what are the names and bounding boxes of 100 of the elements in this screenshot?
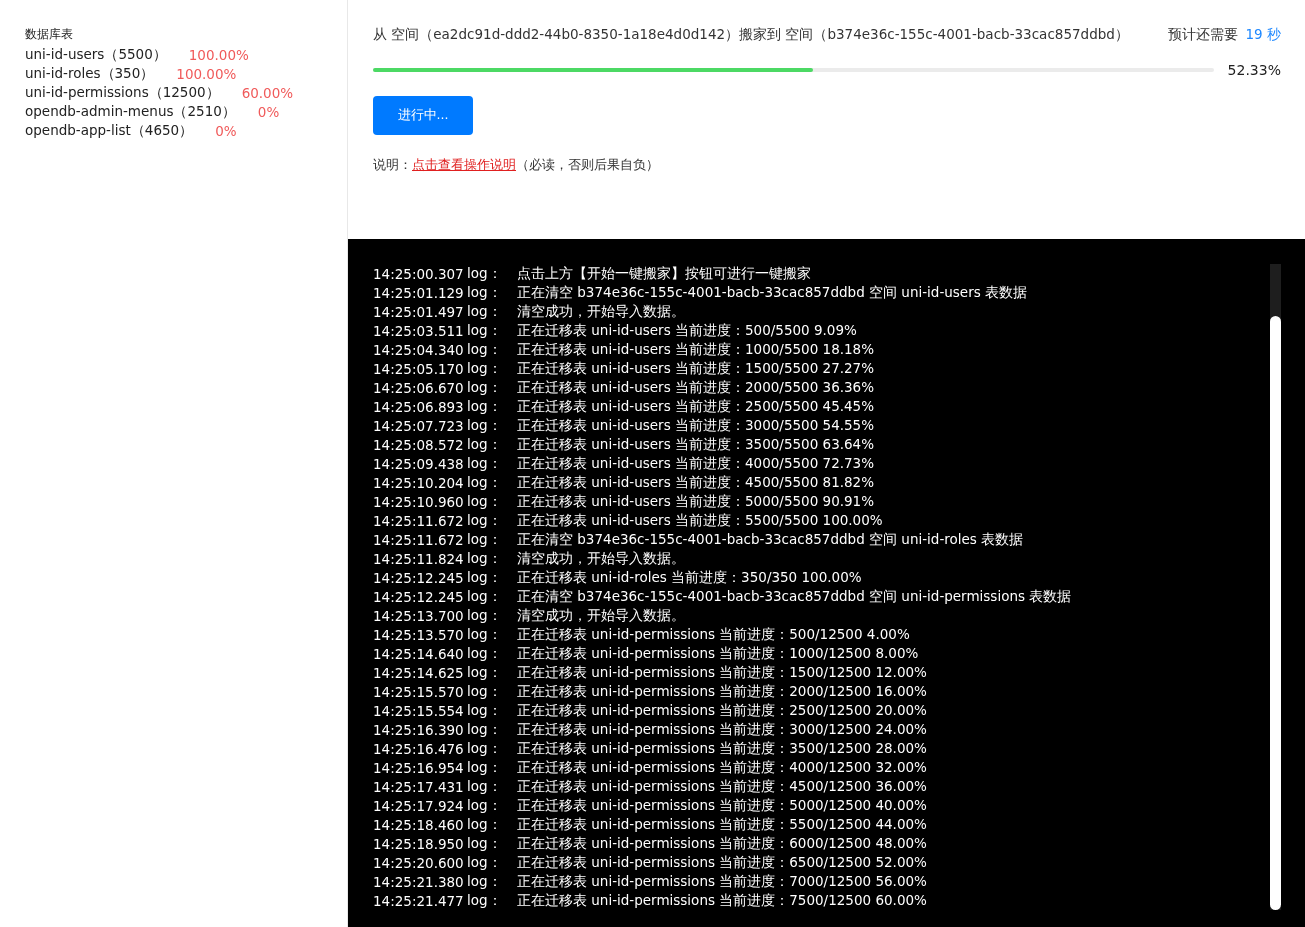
table-name: uni-id-roles（350）: [25, 64, 155, 83]
log-message: 正在迁移表 uni-id-users 当前进度：4500/5500 81.82%: [517, 473, 874, 492]
log-time: 14:25:12.245: [373, 588, 465, 605]
log-tag: log：: [467, 302, 517, 321]
log-time: 14:25:14.625: [373, 664, 465, 681]
log-message: 正在迁移表 uni-id-permissions 当前进度：1000/12500 8.00%: [517, 644, 919, 663]
log-message: 正在迁移表 uni-id-permissions 当前进度：5000/12500 40.00%: [517, 796, 927, 815]
log-message: 正在迁移表 uni-id-users 当前进度：2500/5500 45.45%: [517, 397, 874, 416]
log-time: 14:25:06.670: [373, 379, 465, 396]
log-tag: log：: [467, 416, 517, 435]
log-time: 14:25:16.390: [373, 721, 465, 738]
log-time: 14:25:01.129: [373, 284, 465, 301]
log-time: 14:25:04.340: [373, 341, 465, 358]
log-message: 正在迁移表 uni-id-permissions 当前进度：1500/12500 12.00%: [517, 663, 927, 682]
log-message: 正在迁移表 uni-id-users 当前进度：5000/5500 90.91%: [517, 492, 874, 511]
log-tag: log：: [467, 872, 517, 891]
log-tag: log：: [467, 435, 517, 454]
log-tag: log：: [467, 644, 517, 663]
log-tag: log：: [467, 549, 517, 568]
instructions-link[interactable]: 点击查看操作说明: [412, 157, 516, 172]
log-tag: log：: [467, 758, 517, 777]
log-time: 14:25:21.380: [373, 873, 465, 890]
log-message: 正在迁移表 uni-id-users 当前进度：500/5500 9.09%: [517, 321, 857, 340]
log-time: 14:25:17.431: [373, 778, 465, 795]
log-message: 正在清空 b374e36c-155c-4001-bacb-33cac857ddbd 空间 uni-id-roles 表数据: [517, 530, 1024, 549]
log-time: 14:25:09.438: [373, 455, 465, 472]
log-message: 点击上方【开始一键搬家】按钮可进行一键搬家: [517, 264, 811, 283]
log-time: 14:25:14.640: [373, 645, 465, 662]
log-time: 14:25:11.824: [373, 550, 465, 567]
log-tag: log：: [467, 473, 517, 492]
log-time: 14:25:07.723: [373, 417, 465, 434]
log-tag: log：: [467, 264, 517, 283]
log-time: 14:25:12.245: [373, 569, 465, 586]
log-message: 正在迁移表 uni-id-users 当前进度：4000/5500 72.73%: [517, 454, 874, 473]
log-time: 14:25:15.570: [373, 683, 465, 700]
percent-text: 100.00%: [188, 46, 249, 63]
log-time: 14:25:21.477: [373, 892, 465, 909]
log-tag: log：: [467, 701, 517, 720]
log-time: 14:25:20.600: [373, 854, 465, 871]
log-tag: log：: [467, 853, 517, 872]
log-tag: log：: [467, 777, 517, 796]
progress-reading: 52.33%: [1227, 62, 1281, 78]
log-time: 14:25:15.554: [373, 702, 465, 719]
log-time: 14:25:08.572: [373, 436, 465, 453]
log-tag: log：: [467, 625, 517, 644]
instructions-note: 说明：点击查看操作说明（必读，否则后果自负）: [373, 157, 660, 174]
table-name: uni-id-permissions（12500）: [25, 83, 220, 102]
log-message: 正在迁移表 uni-id-permissions 当前进度：3000/12500 24.00%: [517, 720, 927, 739]
log-time: 14:25:10.960: [373, 493, 465, 510]
log-message: 正在迁移表 uni-id-permissions 当前进度：3500/12500 28.00%: [517, 739, 927, 758]
percent-text: 0%: [257, 103, 280, 120]
log-message: 正在迁移表 uni-id-users 当前进度：2000/5500 36.36%: [517, 378, 874, 397]
log-time: 14:25:18.460: [373, 816, 465, 833]
log-message: 正在清空 b374e36c-155c-4001-bacb-33cac857ddbd 空间 uni-id-permissions 表数据: [517, 587, 1072, 606]
log-tag: log：: [467, 891, 517, 910]
log-time: 14:25:13.700: [373, 607, 465, 624]
log-message: 正在迁移表 uni-id-roles 当前进度：350/350 100.00%: [517, 568, 862, 587]
log-time: 14:25:13.570: [373, 626, 465, 643]
log-message: 正在迁移表 uni-id-permissions 当前进度：6000/12500 48.00%: [517, 834, 927, 853]
migration-route: 从 空间（ea2dc91d-ddd2-44b0-8350-1a18e4d0d142）搬家到 空间（b374e36c-155c-4001-bacb-33cac857ddbd）: [373, 26, 1129, 44]
log-message: 正在迁移表 uni-id-permissions 当前进度：4500/12500 36.00%: [517, 777, 927, 796]
log-message: 正在清空 b374e36c-155c-4001-bacb-33cac857ddbd 空间 uni-id-users 表数据: [517, 283, 1028, 302]
log-time: 14:25:11.672: [373, 512, 465, 529]
log-message: 正在迁移表 uni-id-users 当前进度：3000/5500 54.55%: [517, 416, 874, 435]
scrollbar[interactable]: [1270, 264, 1281, 910]
log-time: 14:25:05.170: [373, 360, 465, 377]
log-tag: log：: [467, 739, 517, 758]
log-tag: log：: [467, 568, 517, 587]
log-message: 正在迁移表 uni-id-permissions 当前进度：2500/12500 20.00%: [517, 701, 927, 720]
log-message: 正在迁移表 uni-id-permissions 当前进度：2000/12500 16.00%: [517, 682, 927, 701]
log-time: 14:25:06.893: [373, 398, 465, 415]
log-tag: log：: [467, 796, 517, 815]
percent-text: 0%: [215, 122, 237, 139]
log-time: 14:25:16.476: [373, 740, 465, 757]
log-time: 14:25:03.511: [373, 322, 465, 339]
log-tag: log：: [467, 587, 517, 606]
log-message: 正在迁移表 uni-id-users 当前进度：3500/5500 63.64%: [517, 435, 874, 454]
log-message: 正在迁移表 uni-id-permissions 当前进度：6500/12500 52.00%: [517, 853, 927, 872]
table-name: opendb-admin-menus（2510）: [25, 102, 236, 121]
log-time: 14:25:11.672: [373, 531, 465, 548]
log-time: 14:25:01.497: [373, 303, 465, 320]
log-message: 正在迁移表 uni-id-users 当前进度：1000/5500 18.18%: [517, 340, 874, 359]
table-name: opendb-app-list（4650）: [25, 121, 194, 140]
log-tag: log：: [467, 682, 517, 701]
log-time: 14:25:18.950: [373, 835, 465, 852]
log-time: 14:25:00.307: [373, 265, 465, 282]
log-tag: log：: [467, 834, 517, 853]
log-message: 清空成功，开始导入数据。: [517, 549, 685, 568]
log-tag: log：: [467, 606, 517, 625]
table-name: uni-id-users（5500）: [25, 45, 167, 64]
log-time: 14:25:10.204: [373, 474, 465, 491]
eta-value: 19 秒: [1245, 26, 1281, 42]
log-tag: log：: [467, 378, 517, 397]
log-message: 正在迁移表 uni-id-users 当前进度：5500/5500 100.00%: [517, 511, 883, 530]
log-tag: log：: [467, 815, 517, 834]
log-tag: log：: [467, 492, 517, 511]
log-message: 正在迁移表 uni-id-permissions 当前进度：7500/12500 60.00%: [517, 891, 927, 910]
log-tag: log：: [467, 511, 517, 530]
log-tag: log：: [467, 530, 517, 549]
log-tag: log：: [467, 454, 517, 473]
